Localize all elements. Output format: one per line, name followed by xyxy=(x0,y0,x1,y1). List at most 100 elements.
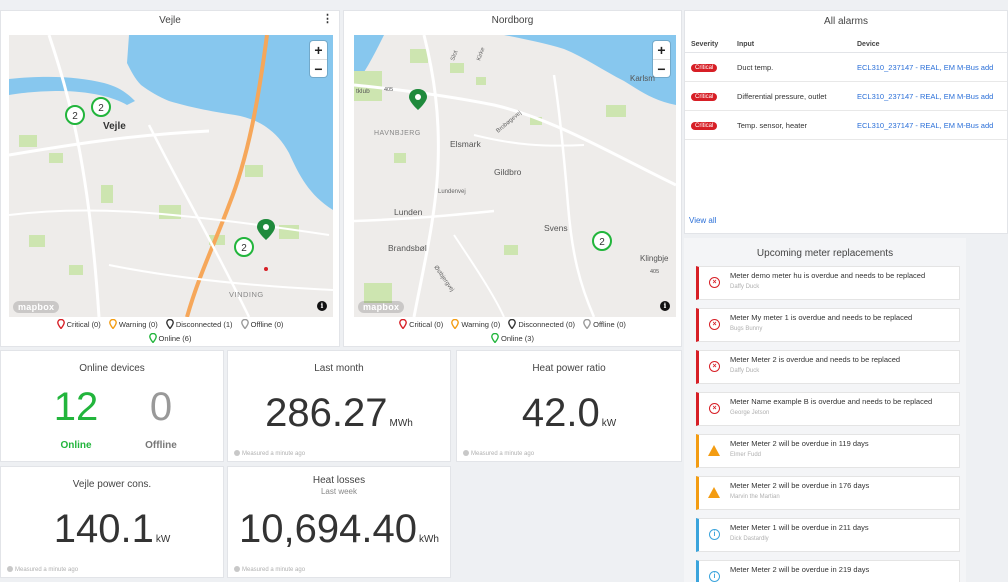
widget-title: Vejle power cons. xyxy=(72,479,152,490)
list-item[interactable]: × Meter My meter 1 is overdue and needs … xyxy=(696,308,960,342)
assignee: Bugs Bunny xyxy=(730,326,763,332)
cluster-marker[interactable]: 2 xyxy=(91,97,111,117)
replacements-title: Upcoming meter replacements xyxy=(756,248,894,259)
offline-count: 0 xyxy=(149,385,173,429)
kpi-value: 42.0 kW xyxy=(457,391,681,436)
alarms-table: Severity Input Device Critical Duct temp… xyxy=(685,37,1007,140)
list-item[interactable]: × Meter Meter 2 is overdue and needs to … xyxy=(696,350,960,384)
warning-pin-icon xyxy=(108,318,117,330)
column-header-device[interactable]: Device xyxy=(851,37,1007,53)
legend-critical[interactable]: Critical (0) xyxy=(399,318,443,330)
map-card-vejle: Vejle ⋮ Vejle VINDING 2 2 2 + − mapbox i… xyxy=(0,10,340,347)
kpi-value: 140.1 kW xyxy=(1,507,223,552)
place-label: Lunden xyxy=(394,207,423,217)
place-label: Karlsm xyxy=(630,74,655,83)
svg-text:2: 2 xyxy=(241,243,247,254)
legend-offline[interactable]: Offline (0) xyxy=(583,318,626,330)
device-link[interactable]: ECL310_237147 - REAL, EM M-Bus add xyxy=(857,92,993,101)
list-item[interactable]: × Meter demo meter hu is overdue and nee… xyxy=(696,266,960,300)
zoom-out-button[interactable]: − xyxy=(653,59,670,77)
replacement-message: Meter Meter 2 is overdue and needs to be… xyxy=(730,355,901,364)
map-vejle[interactable]: Vejle VINDING 2 2 2 + − mapbox i xyxy=(9,35,333,317)
list-item[interactable]: i Meter Meter 2 will be overdue in 219 d… xyxy=(696,560,960,582)
online-count: 12 xyxy=(53,385,99,429)
legend-warning[interactable]: Warning (0) xyxy=(451,318,500,330)
alarm-input: Duct temp. xyxy=(731,52,851,82)
list-item[interactable]: Meter Meter 2 will be overdue in 176 day… xyxy=(696,476,960,510)
widget-title: Heat losses xyxy=(312,475,366,486)
list-item[interactable]: i Meter Meter 1 will be overdue in 211 d… xyxy=(696,518,960,552)
clock-icon xyxy=(234,450,240,456)
assignee: Marvin the Martian xyxy=(730,494,780,500)
place-label: Svens xyxy=(544,223,568,233)
zoom-in-button[interactable]: + xyxy=(653,41,670,59)
kpi-unit: kW xyxy=(601,418,617,429)
widget-title: Online devices xyxy=(79,363,145,374)
offline-pin-icon xyxy=(240,318,249,330)
disconnected-pin-icon xyxy=(165,318,174,330)
view-all-link[interactable]: View all xyxy=(689,216,716,225)
more-options-icon[interactable]: ⋮ xyxy=(322,14,333,25)
legend-online[interactable]: Online (6) xyxy=(148,332,191,344)
list-item[interactable]: × Meter Name example B is overdue and ne… xyxy=(696,392,960,426)
table-row[interactable]: Critical Duct temp. ECL310_237147 - REAL… xyxy=(685,52,1007,82)
disconnected-dot xyxy=(264,267,268,271)
clock-icon xyxy=(7,566,13,572)
table-row[interactable]: Critical Differential pressure, outlet E… xyxy=(685,81,1007,111)
heat-power-ratio-card: Heat power ratio 42.0 kW Measured a minut… xyxy=(456,350,682,462)
list-item[interactable]: Meter Meter 2 will be overdue in 119 day… xyxy=(696,434,960,468)
zoom-control: + − xyxy=(653,41,670,77)
cluster-marker[interactable]: 2 xyxy=(234,237,254,257)
measured-timestamp: Measured a minute ago xyxy=(463,450,534,457)
vejle-power-card: Vejle power cons. 140.1 kW Measured a min… xyxy=(0,466,224,578)
widget-title: Last month xyxy=(314,363,364,374)
alarms-title: All alarms xyxy=(824,16,868,27)
warning-pin-icon xyxy=(451,318,460,330)
zoom-out-button[interactable]: − xyxy=(310,59,327,77)
info-icon[interactable]: i xyxy=(317,301,327,311)
device-link[interactable]: ECL310_237147 - REAL, EM M-Bus add xyxy=(857,63,993,72)
kpi-unit: MWh xyxy=(389,418,413,429)
legend-disconnected[interactable]: Disconnected (1) xyxy=(165,318,233,330)
replacement-message: Meter Meter 2 will be overdue in 176 day… xyxy=(730,481,870,490)
replacement-message: Meter My meter 1 is overdue and needs to… xyxy=(730,313,913,322)
info-circle-icon: i xyxy=(709,571,720,582)
legend-warning[interactable]: Warning (0) xyxy=(108,318,158,330)
map-title: Nordborg xyxy=(491,15,534,26)
district-label-vinding: VINDING xyxy=(229,290,264,299)
alarm-input: Temp. sensor, heater xyxy=(731,110,851,140)
legend-critical[interactable]: Critical (0) xyxy=(56,318,101,330)
mapbox-logo: mapbox xyxy=(358,301,405,313)
assignee: Daffy Duck xyxy=(730,368,760,374)
kpi-number: 140.1 xyxy=(53,507,154,551)
info-icon[interactable]: i xyxy=(660,301,670,311)
widget-subtitle: Last week xyxy=(320,487,358,496)
road-label: Lundenvej xyxy=(438,189,466,195)
alarms-card: All alarms Severity Input Device Critica… xyxy=(684,10,1008,234)
map-canvas: Vejle VINDING 2 2 2 xyxy=(9,35,333,317)
severity-badge: Critical xyxy=(691,64,718,72)
clock-icon xyxy=(234,566,240,572)
map-card-nordborg: Nordborg Slot Kirke tklub 405 Karlsm HAV… xyxy=(343,10,682,347)
cluster-marker[interactable]: 2 xyxy=(592,231,612,251)
cluster-marker[interactable]: 2 xyxy=(65,105,85,125)
clock-icon xyxy=(463,450,469,456)
column-header-severity[interactable]: Severity xyxy=(685,37,731,53)
device-link[interactable]: ECL310_237147 - REAL, EM M-Bus add xyxy=(857,121,993,130)
kpi-number: 42.0 xyxy=(521,391,600,435)
column-header-input[interactable]: Input xyxy=(731,37,851,53)
online-label: Online xyxy=(60,440,92,451)
svg-text:2: 2 xyxy=(72,111,78,122)
place-label: HAVNBJERG xyxy=(374,130,421,137)
legend-offline[interactable]: Offline (0) xyxy=(240,318,283,330)
error-circle-icon: × xyxy=(709,403,720,414)
table-row[interactable]: Critical Temp. sensor, heater ECL310_237… xyxy=(685,110,1007,140)
kpi-unit: kWh xyxy=(418,534,439,545)
measured-timestamp: Measured a minute ago xyxy=(234,566,305,573)
zoom-in-button[interactable]: + xyxy=(310,41,327,59)
map-nordborg[interactable]: Slot Kirke tklub 405 Karlsm HAVNBJERG El… xyxy=(354,35,676,317)
legend-disconnected[interactable]: Disconnected (0) xyxy=(508,318,575,330)
critical-pin-icon xyxy=(56,318,65,330)
place-label: Klingbje xyxy=(640,254,669,263)
legend-online[interactable]: Online (3) xyxy=(491,332,534,344)
